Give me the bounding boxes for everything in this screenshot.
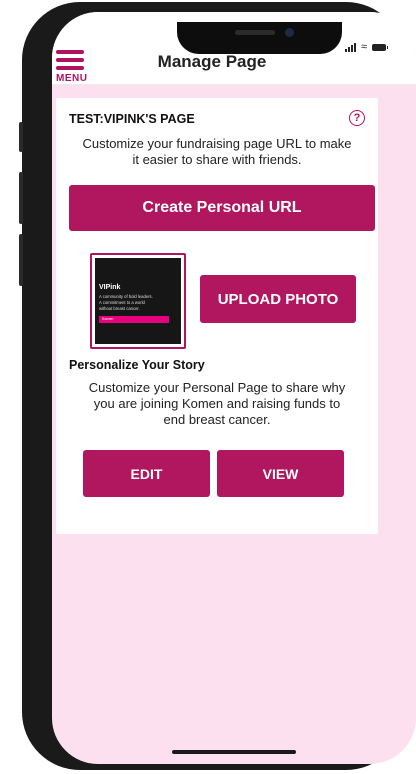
home-indicator[interactable] xyxy=(172,750,296,754)
phone-screen: ≈ MENU Manage Page TEST:VIPINK'S PAGE ? … xyxy=(52,12,416,764)
view-button[interactable]: VIEW xyxy=(217,450,344,497)
photo-text-line: without breast cancer. xyxy=(99,306,140,311)
profile-photo-image: VIPink A community of bold leaders. A co… xyxy=(95,258,181,344)
photo-text-line: A commitment to a world xyxy=(99,300,145,305)
story-description: Customize your Personal Page to share wh… xyxy=(88,380,346,427)
notch xyxy=(177,22,342,54)
upload-photo-button[interactable]: UPLOAD PHOTO xyxy=(200,275,356,323)
volume-down-button xyxy=(19,234,23,286)
photo-strip: Komen xyxy=(99,316,169,323)
silent-switch xyxy=(19,122,23,152)
create-personal-url-button[interactable]: Create Personal URL xyxy=(69,185,375,231)
volume-up-button xyxy=(19,172,23,224)
photo-title: VIPink xyxy=(99,284,121,291)
edit-button[interactable]: EDIT xyxy=(83,450,210,497)
menu-label: MENU xyxy=(56,73,88,84)
profile-photo[interactable]: VIPink A community of bold leaders. A co… xyxy=(90,253,186,349)
page-name-heading: TEST:VIPINK'S PAGE xyxy=(69,112,195,126)
battery-icon xyxy=(372,43,388,51)
page-title: Manage Page xyxy=(157,52,267,71)
photo-text-line: A community of bold leaders. xyxy=(99,294,153,299)
camera-icon xyxy=(285,28,294,37)
personalize-story-heading: Personalize Your Story xyxy=(69,358,205,372)
manage-page-card: TEST:VIPINK'S PAGE ? Customize your fund… xyxy=(56,98,378,534)
status-bar: ≈ xyxy=(344,41,388,53)
speaker-grill xyxy=(235,30,275,35)
url-description: Customize your fundraising page URL to m… xyxy=(82,136,352,167)
signal-icon xyxy=(344,42,356,52)
help-icon[interactable]: ? xyxy=(349,110,365,126)
wifi-icon: ≈ xyxy=(360,41,367,53)
